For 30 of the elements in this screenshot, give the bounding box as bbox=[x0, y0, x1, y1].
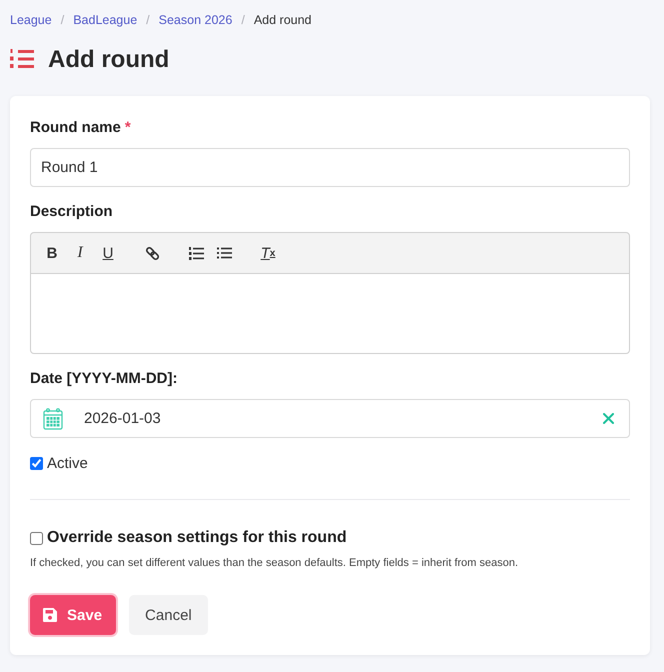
breadcrumb-current: Add round bbox=[254, 12, 312, 29]
breadcrumb-link[interactable]: League bbox=[10, 11, 52, 29]
active-checkbox[interactable] bbox=[30, 456, 43, 470]
underline-button[interactable]: U bbox=[94, 239, 122, 267]
bullet-list-icon bbox=[216, 247, 232, 259]
round-name-input[interactable]: Round 1 bbox=[30, 148, 630, 187]
override-checkbox[interactable] bbox=[30, 532, 43, 544]
breadcrumb-link[interactable]: BadLeague bbox=[73, 11, 138, 29]
clear-icon[interactable] bbox=[603, 413, 614, 424]
bold-button[interactable]: B bbox=[38, 239, 66, 267]
breadcrumb-separator: / bbox=[241, 12, 245, 29]
calendar-icon bbox=[43, 408, 63, 430]
required-mark: * bbox=[124, 118, 131, 138]
breadcrumb-separator: / bbox=[146, 12, 150, 29]
help-text: If checked, you can set different values than the season defaults. Empty fields = inherit from season. bbox=[30, 556, 520, 570]
checkbox-label: Override season settings for this round bbox=[47, 529, 347, 547]
italic-button[interactable]: I bbox=[66, 239, 94, 267]
numbered-list-icon bbox=[188, 246, 204, 260]
checkbox-label: Active bbox=[47, 454, 88, 472]
breadcrumb-link[interactable]: Season 2026 bbox=[158, 11, 232, 29]
date-input[interactable]: 2026-01-03 bbox=[84, 408, 603, 430]
date-field[interactable]: 2026-01-03 bbox=[30, 399, 630, 438]
link-icon bbox=[144, 246, 160, 260]
save-button[interactable]: Save bbox=[30, 595, 116, 635]
field-label: Description bbox=[30, 202, 113, 222]
page-title: Add round bbox=[48, 45, 170, 75]
field-label: Date [YYYY-MM-DD]: bbox=[30, 369, 178, 389]
cancel-button[interactable]: Cancel bbox=[129, 595, 208, 635]
field-label: Round name bbox=[30, 118, 121, 138]
breadcrumb-separator: / bbox=[60, 12, 64, 29]
